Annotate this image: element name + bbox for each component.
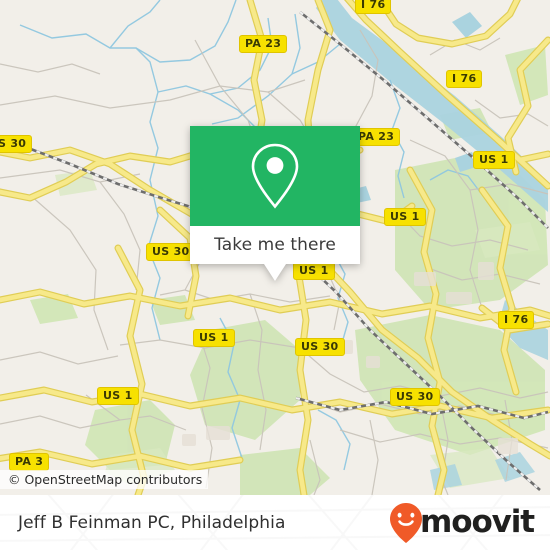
map-pin-icon xyxy=(251,143,299,209)
road-shield: I 76 xyxy=(355,0,392,14)
road-shield: US 1 xyxy=(473,151,515,169)
moovit-wordmark: moovit xyxy=(420,504,535,540)
moovit-pin-smiley-icon xyxy=(390,502,423,543)
road-shield: US 30 xyxy=(146,243,196,261)
popup-image-panel xyxy=(190,126,360,226)
road-shield: US 1 xyxy=(97,387,139,405)
map-attribution[interactable]: © OpenStreetMap contributors xyxy=(0,470,209,489)
road-shield: I 76 xyxy=(446,70,483,88)
map-canvas[interactable]: PA 23 I 76 I 76 US 1S 30 PA 23 US 1 US 30 US 1I… xyxy=(0,0,550,495)
road-shield: PA 23 xyxy=(239,35,288,53)
footer-bar: Jeff B Feinman PC, Philadelphia moovit xyxy=(0,495,550,550)
road-shield: US 1 xyxy=(293,262,335,280)
moovit-logo[interactable]: moovit xyxy=(389,502,535,544)
road-shield: US 1 xyxy=(384,208,426,226)
popup-tail xyxy=(264,264,286,281)
road-shield: US 1 xyxy=(193,329,235,347)
road-shield: US 30 xyxy=(390,388,440,406)
road-shield: PA 3 xyxy=(9,453,50,471)
road-shield: US 30 xyxy=(295,338,345,356)
road-shield: I 76 xyxy=(498,311,535,329)
popup-action-bar[interactable]: Take me there xyxy=(190,226,360,281)
location-popup[interactable]: Take me there xyxy=(190,126,360,281)
take-me-there-label: Take me there xyxy=(214,235,336,255)
page-title: Jeff B Feinman PC, Philadelphia xyxy=(18,512,286,533)
road-shield: S 30 xyxy=(0,135,33,153)
